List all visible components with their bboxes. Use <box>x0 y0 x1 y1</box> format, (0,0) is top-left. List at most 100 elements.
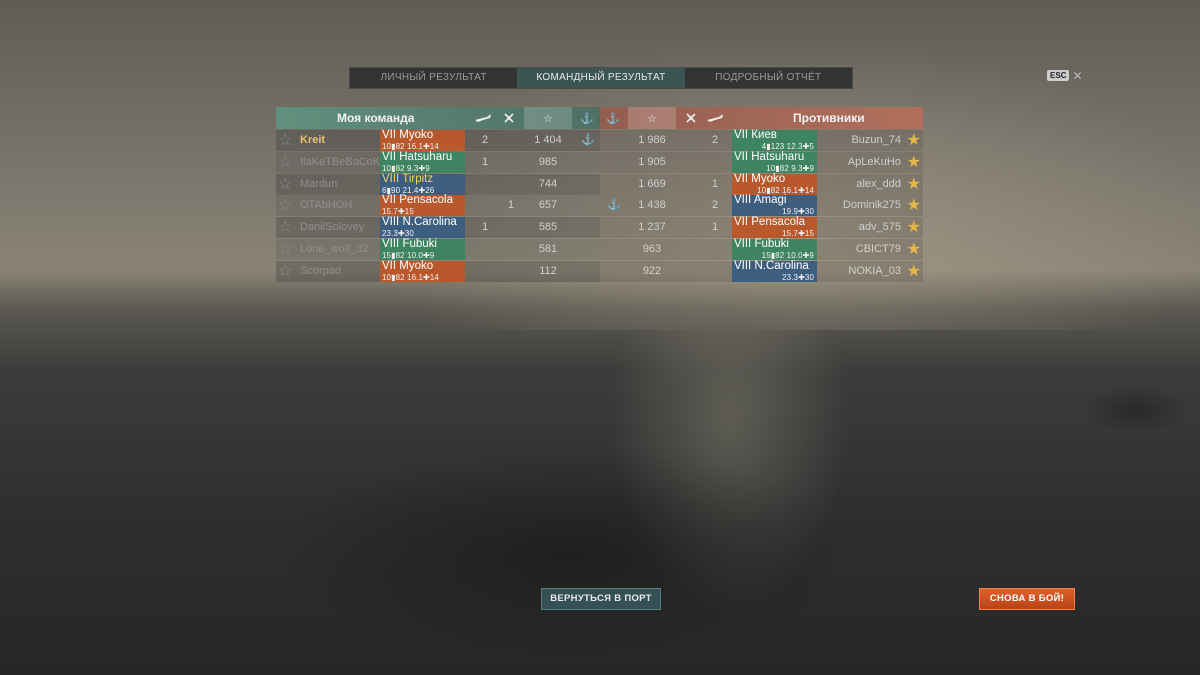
star-icon: ☆ <box>278 219 293 237</box>
table-row: ☆ OTAbHOH VII Pensacola 15.7✚15 1 657 ⚓ 1 438 2 V… <box>276 194 923 217</box>
battle-again-button[interactable]: СНОВА В БОЙ! <box>979 588 1075 610</box>
base-xp: 1 237 <box>638 221 666 234</box>
base-xp: 112 <box>539 264 557 277</box>
table-row: ☆ IlaKeTBeBaCoK VII Hatsuharu 10▮82 9.3✚9 1 9… <box>276 150 923 173</box>
ship-name: VIII Tirpitz <box>382 172 434 185</box>
player-name[interactable]: Dominik275 <box>843 199 901 211</box>
player-name[interactable]: CBICT79 <box>856 243 901 255</box>
ship-name: VIII Amagi <box>734 194 787 207</box>
results-tabs: ЛИЧНЫЙ РЕЗУЛЬТАТ КОМАНДНЫЙ РЕЗУЛЬТАТ ПОД… <box>349 67 853 89</box>
xp-star-icon: ☆ <box>524 107 572 129</box>
player-name[interactable]: Mardun <box>300 178 337 190</box>
ship-name: VII Myoko <box>734 172 786 185</box>
planes-destroyed: 1 <box>481 155 489 168</box>
player-name[interactable]: OTAbHOH <box>300 199 352 211</box>
anchor-icon: ⚓ <box>606 112 620 125</box>
ship-stats: 10▮82 16.1✚14 <box>757 185 814 195</box>
player-name[interactable]: IlaKeTBeBaCoK <box>300 156 380 168</box>
player-name[interactable]: NOKIA_03 <box>848 265 901 277</box>
ship-stats: 15▮82 10.0✚9 <box>382 251 435 260</box>
base-xp: 1 404 <box>534 134 562 146</box>
ship-card[interactable]: VII Hatsuharu 10▮82 9.3✚9 <box>380 150 465 173</box>
close-icon[interactable]: ✕ <box>1072 70 1082 82</box>
ship-card[interactable]: VIII Fubuki 15▮82 10.0✚9 <box>380 238 465 260</box>
fighters-destroyed: 1 <box>507 199 515 212</box>
tab-team-result[interactable]: КОМАНДНЫЙ РЕЗУЛЬТАТ <box>517 68 685 88</box>
ship-card[interactable]: VII Myoko 10▮82 16.1✚14 <box>380 129 465 151</box>
ship-name: VII Pensacola <box>734 216 805 229</box>
table-row: ☆ Scorpad VII Myoko 10▮82 16.1✚14 112 922 VIII… <box>276 259 923 282</box>
ship-card[interactable]: VIII N.Carolina 23.3✚30 <box>380 216 465 239</box>
player-name[interactable]: ApLeKuHo <box>848 156 901 168</box>
star-icon: ★ <box>906 262 921 280</box>
base-xp: 1 438 <box>638 199 666 212</box>
ship-card[interactable]: VIII Fubuki 15▮82 10.0✚9 <box>732 238 817 260</box>
fighter-kills-icon <box>680 107 702 129</box>
player-name[interactable]: DanilSolovey <box>300 221 364 233</box>
ship-stats: 10▮82 9.3✚9 <box>766 163 814 173</box>
my-team-title: Моя команда <box>337 111 415 125</box>
star-icon: ☆ <box>278 175 293 193</box>
ship-stats: 4▮123 12.3✚5 <box>761 142 814 151</box>
star-icon: ★ <box>906 197 921 215</box>
ship-card[interactable]: VII Hatsuharu 10▮82 9.3✚9 <box>732 151 817 173</box>
ship-name: VII Киев <box>734 129 777 141</box>
tab-detailed-report[interactable]: ПОДРОБНЫЙ ОТЧЁТ <box>685 68 852 88</box>
ship-name: VII Hatsuharu <box>382 150 453 163</box>
ship-card[interactable]: VII Myoko 10▮82 16.1✚14 <box>380 259 465 282</box>
ship-name: VII Pensacola <box>382 194 453 207</box>
ship-name: VII Myoko <box>382 129 434 141</box>
base-xp: 985 <box>538 155 558 168</box>
distant-ship <box>1080 385 1190 435</box>
anchor-icon: ⚓ <box>581 134 595 146</box>
ship-card[interactable]: VIII N.Carolina 23.3✚30 <box>732 260 817 282</box>
plane-kills-icon <box>472 107 494 129</box>
player-name[interactable]: alex_ddd <box>856 178 901 190</box>
star-icon: ☆ <box>278 241 293 258</box>
base-xp: 1 669 <box>638 177 666 190</box>
ship-name: VII Myoko <box>382 259 434 272</box>
anchor-icon: ⚓ <box>607 199 621 212</box>
ship-card[interactable]: VIII Amagi 19.9✚30 <box>732 194 817 217</box>
esc-key-icon[interactable]: ESC <box>1047 70 1070 81</box>
planes-destroyed: 2 <box>711 134 719 146</box>
star-icon: ☆ <box>278 197 293 215</box>
ship-card[interactable]: VII Киев 4▮123 12.3✚5 <box>732 129 817 151</box>
ship-stats: 10▮82 16.1✚14 <box>382 272 439 282</box>
esc-close[interactable]: ESC ✕ <box>1047 70 1083 82</box>
player-name[interactable]: Lone_wolf_32 <box>300 243 369 255</box>
star-icon: ★ <box>906 219 921 237</box>
ship-card[interactable]: VII Pensacola 15.7✚15 <box>380 194 465 217</box>
star-icon: ★ <box>906 175 921 193</box>
team-results-table: Моя команда ☆ ⚓ ⚓ ☆ Противники ☆ Kreit VII… <box>276 107 923 283</box>
base-xp: 1 986 <box>638 134 666 146</box>
ship-card[interactable]: VIII Tirpitz 6▮90 21.4✚26 <box>380 172 465 195</box>
return-to-port-button[interactable]: ВЕРНУТЬСЯ В ПОРТ <box>541 588 661 610</box>
ship-stats: 19.9✚30 <box>782 207 814 217</box>
plane-kills-icon <box>704 107 726 129</box>
player-name[interactable]: Scorpad <box>300 265 341 277</box>
table-row: ☆ Mardun VIII Tirpitz 6▮90 21.4✚26 744 1 669 1… <box>276 172 923 195</box>
base-xp: 922 <box>642 264 662 277</box>
ship-card[interactable]: VII Myoko 10▮82 16.1✚14 <box>732 172 817 195</box>
base-xp: 963 <box>642 243 662 255</box>
star-icon: ☆ <box>278 153 293 171</box>
my-team-header: Моя команда ☆ ⚓ <box>276 107 600 129</box>
base-xp: 657 <box>538 199 558 212</box>
ship-stats: 15.7✚15 <box>382 207 414 217</box>
ship-stats: 10▮82 16.1✚14 <box>382 142 439 151</box>
anchor-icon: ⚓ <box>580 112 594 125</box>
player-name[interactable]: Buzun_74 <box>851 134 901 146</box>
player-name[interactable]: adv_575 <box>859 221 901 233</box>
star-icon: ☆ <box>278 262 293 280</box>
base-xp: 581 <box>538 243 558 255</box>
table-row: ☆ Lone_wolf_32 VIII Fubuki 15▮82 10.0✚9 581 9… <box>276 238 923 260</box>
enemy-team-title: Противники <box>793 111 865 125</box>
ship-stats: 23.3✚30 <box>382 229 414 239</box>
planes-destroyed: 1 <box>481 221 489 234</box>
player-name[interactable]: Kreit <box>300 134 325 146</box>
tab-personal-result[interactable]: ЛИЧНЫЙ РЕЗУЛЬТАТ <box>350 68 517 88</box>
planes-destroyed: 1 <box>711 221 719 234</box>
ship-card[interactable]: VII Pensacola 15.7✚15 <box>732 216 817 239</box>
star-icon: ★ <box>906 153 921 171</box>
